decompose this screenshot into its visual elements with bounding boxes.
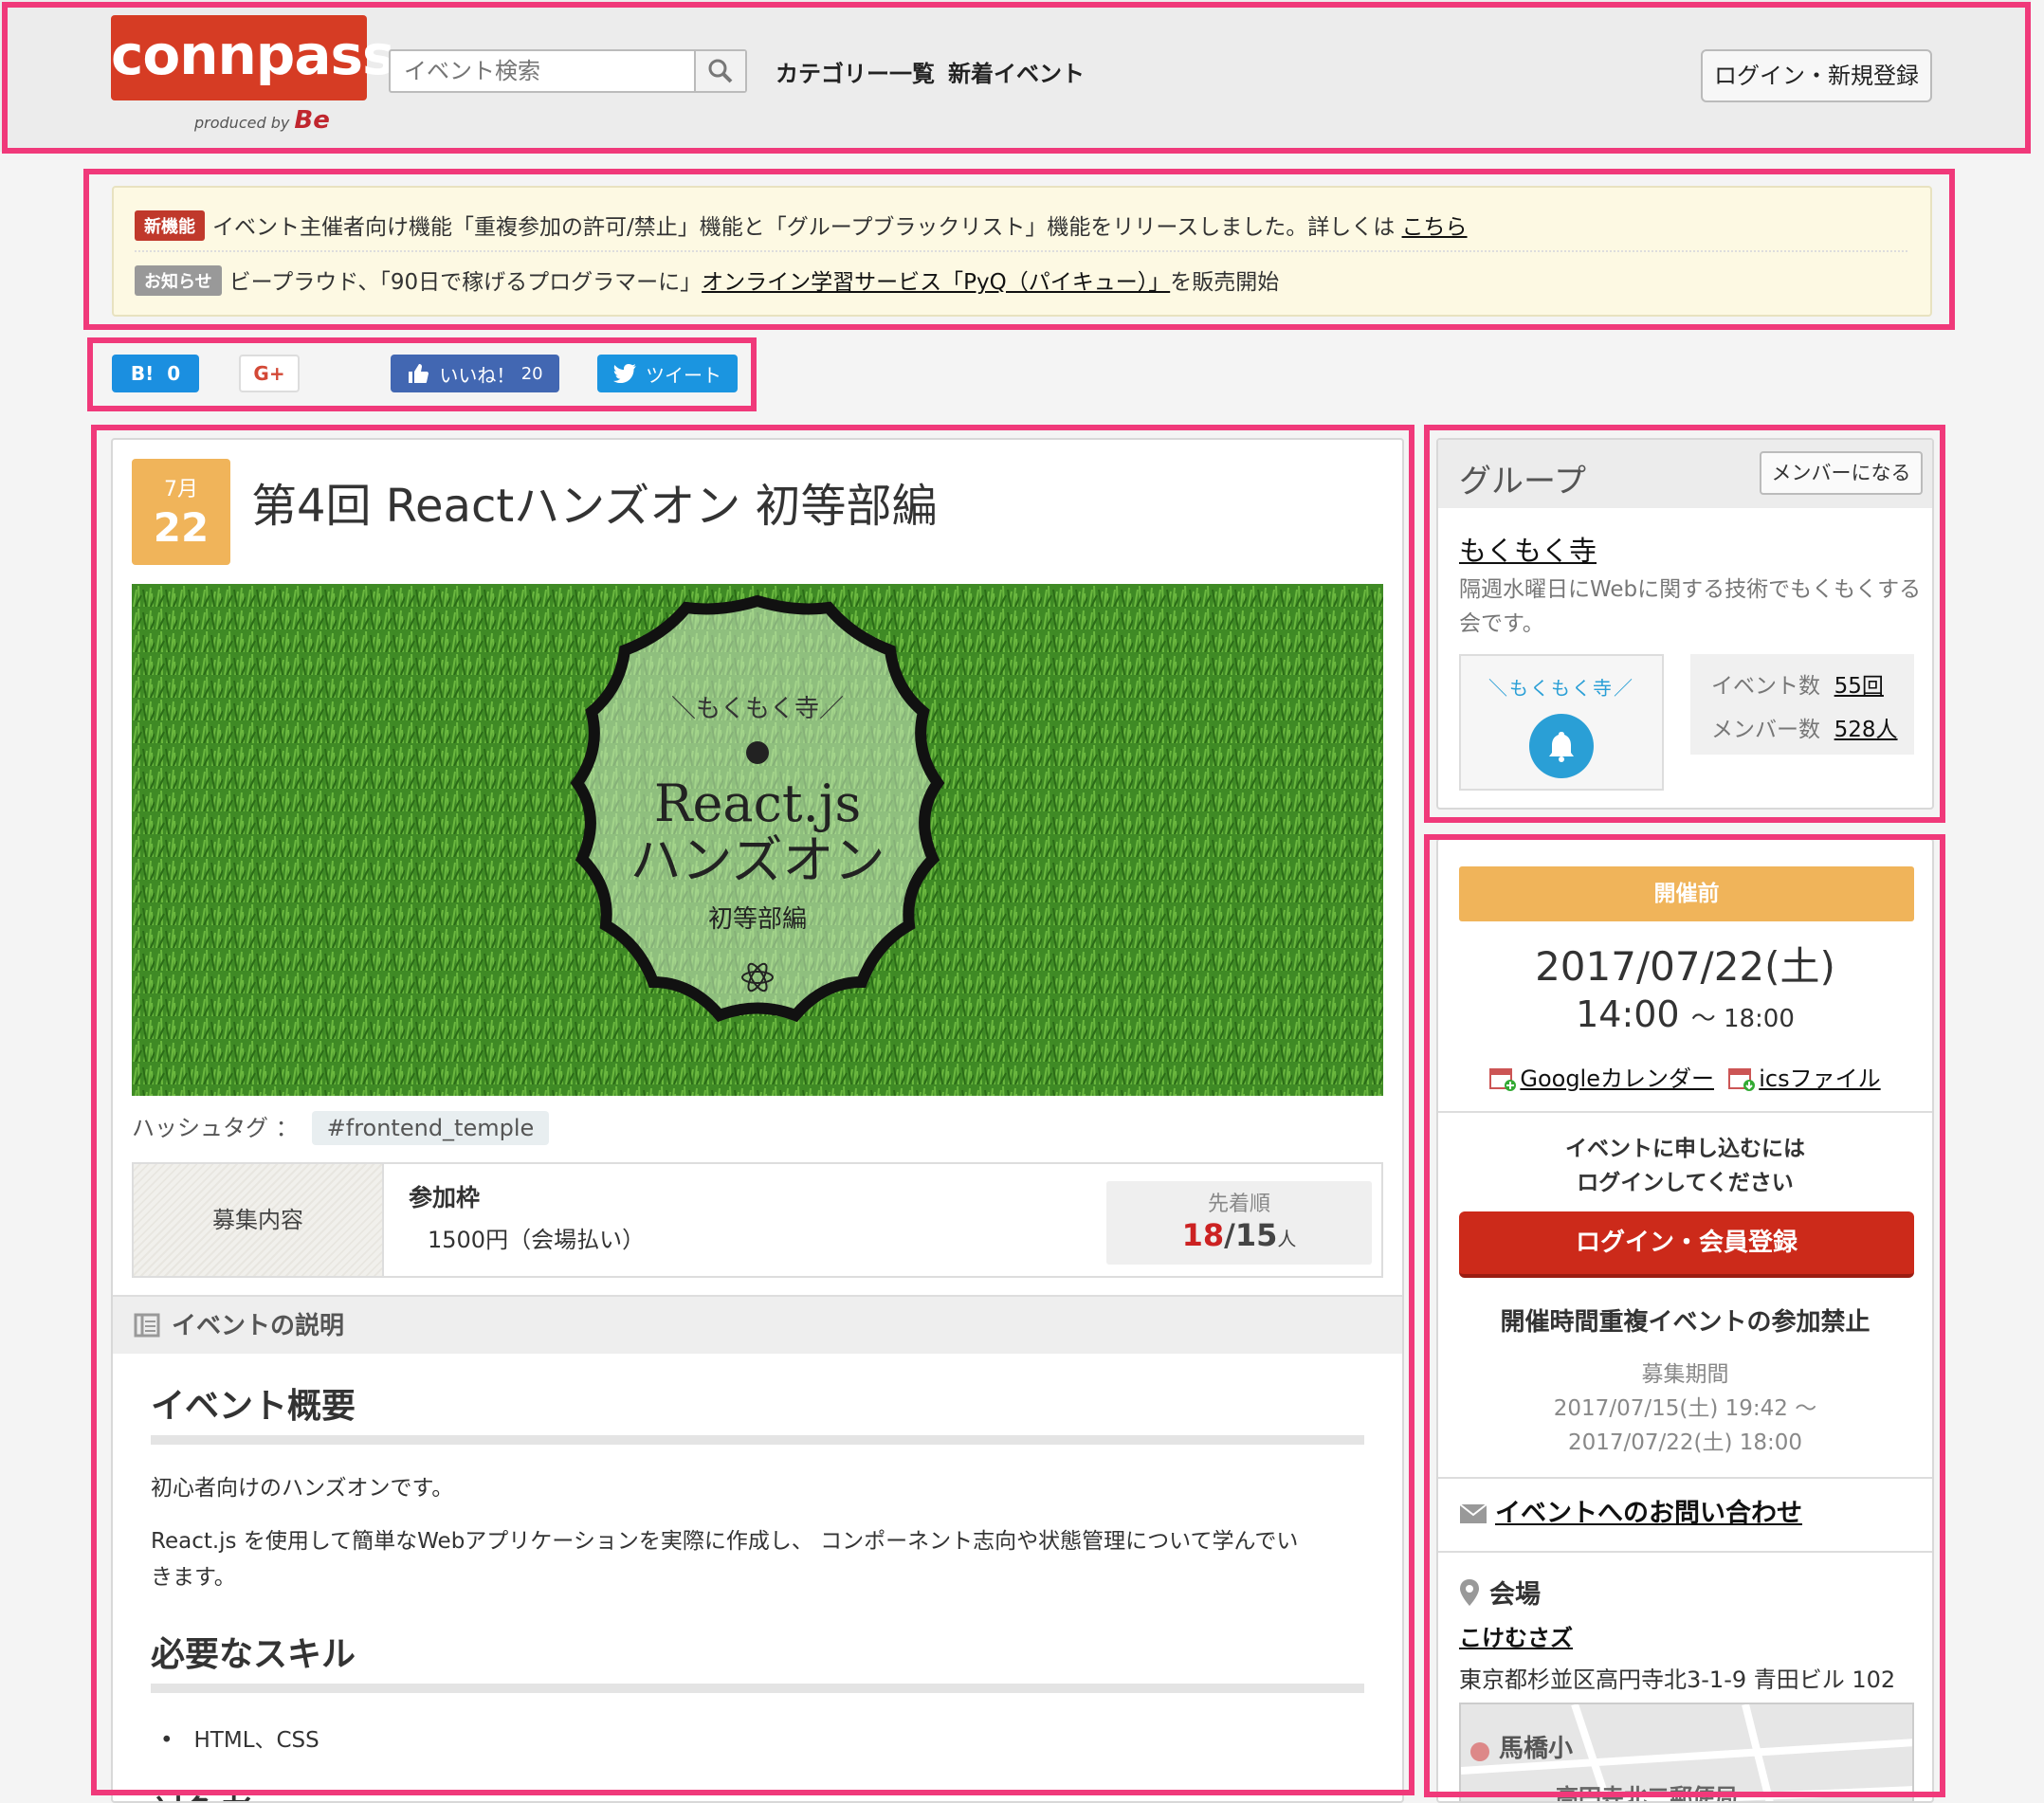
- highlight-event-info: [1424, 834, 1945, 1797]
- highlight-notice: [83, 169, 1955, 330]
- highlight-share: [87, 337, 757, 411]
- highlight-header: [2, 2, 2031, 154]
- highlight-group: [1424, 425, 1945, 823]
- highlight-main: [91, 425, 1414, 1795]
